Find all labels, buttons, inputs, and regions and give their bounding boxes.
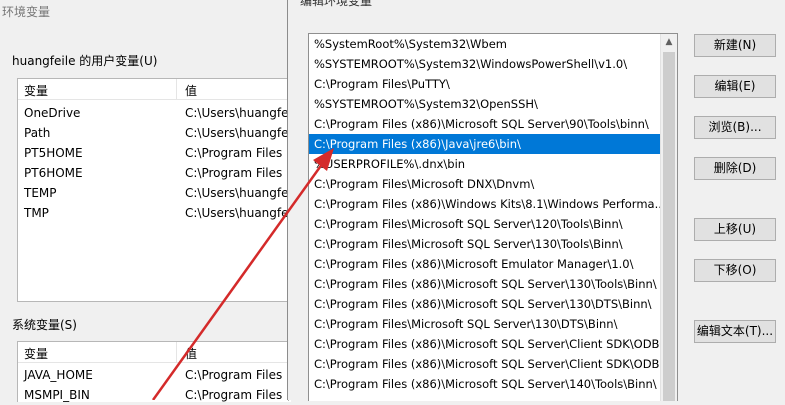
path-item[interactable]: %SYSTEMROOT%\System32\OpenSSH\: [309, 94, 661, 114]
column-header-name[interactable]: 变量: [24, 345, 48, 362]
variable-name: Path: [24, 126, 51, 140]
path-item[interactable]: C:\Program Files\Microsoft SQL Server\12…: [309, 214, 661, 234]
user-variables-label: huangfeile 的用户变量(U): [12, 54, 158, 68]
path-item-text: C:\Program Files (x86)\Microsoft SQL Ser…: [314, 337, 678, 351]
path-item-text: %SystemRoot%\System32\Wbem: [314, 37, 508, 51]
column-divider[interactable]: [176, 342, 177, 362]
path-item[interactable]: C:\Program Files (x86)\Microsoft SQL Ser…: [309, 294, 661, 314]
table-row[interactable]: PT5HOME C:\Program Files (x: [18, 143, 291, 163]
table-row[interactable]: Path C:\Users\huangfeile: [18, 123, 291, 143]
move-down-button[interactable]: 下移(O): [694, 259, 776, 282]
table-row[interactable]: PT6HOME C:\Program Files (x: [18, 163, 291, 183]
system-variables-table[interactable]: 变量 值 JAVA_HOME C:\Program Files (x MSMPI…: [17, 341, 291, 402]
table-row[interactable]: TMP C:\Users\huangfeile: [18, 203, 291, 223]
move-up-button[interactable]: 上移(U): [694, 218, 776, 241]
path-item-text: C:\Program Files\Microsoft DNX\Dnvm\: [314, 177, 535, 191]
scrollbar-thumb[interactable]: [663, 52, 675, 401]
variable-name: JAVA_HOME: [24, 368, 93, 382]
table-row[interactable]: MSMPI_BIN C:\Program Files (x: [18, 385, 291, 405]
system-variables-label: 系统变量(S): [12, 318, 77, 332]
path-item-text: C:\Program Files (x86)\Microsoft SQL Ser…: [314, 357, 671, 371]
path-item[interactable]: C:\Program Files (x86)\Microsoft SQL Ser…: [309, 354, 670, 374]
path-item-text: C:\Program Files (x86)\Microsoft SQL Ser…: [314, 277, 657, 291]
column-header-value[interactable]: 值: [185, 345, 197, 362]
path-item-text: C:\Program Files (x86)\Microsoft Emulato…: [314, 257, 634, 271]
table-header: 变量 值: [18, 342, 291, 363]
variable-value: C:\Users\huangfeile: [185, 126, 289, 140]
delete-button[interactable]: 删除(D): [694, 157, 776, 180]
path-list[interactable]: %SystemRoot%\System32\Wbem %SYSTEMROOT%\S…: [308, 33, 678, 401]
path-item-text: C:\Program Files\Microsoft SQL Server\13…: [314, 317, 618, 331]
edit-button[interactable]: 编辑(E): [694, 75, 776, 98]
dialog-title: 环境变量: [2, 5, 51, 19]
variable-value: C:\Users\huangfeile: [185, 106, 289, 120]
path-item[interactable]: C:\Program Files (x86)\Microsoft SQL Ser…: [309, 334, 677, 354]
user-variables-table[interactable]: 变量 值 OneDrive C:\Users\huangfeile Path C…: [17, 78, 291, 302]
vertical-scrollbar[interactable]: ▲: [660, 34, 677, 401]
table-row[interactable]: TEMP C:\Users\huangfeile: [18, 183, 291, 203]
column-header-value[interactable]: 值: [185, 82, 197, 99]
path-item-text: C:\Program Files (x86)\Microsoft SQL Ser…: [314, 117, 649, 131]
path-item[interactable]: C:\Program Files (x86)\Windows Kits\8.1\…: [309, 194, 666, 214]
variable-name: TMP: [24, 206, 49, 220]
browse-button[interactable]: 浏览(B)...: [694, 116, 776, 139]
path-item-text: %SYSTEMROOT%\System32\WindowsPowerShell\…: [314, 57, 628, 71]
variable-value: C:\Program Files (x: [185, 146, 289, 160]
edit-environment-variable-dialog: 编辑环境变量 %SystemRoot%\System32\Wbem %SYSTEM…: [287, 0, 785, 401]
path-item[interactable]: %SYSTEMROOT%\System32\WindowsPowerShell\…: [309, 54, 661, 74]
path-item-text: C:\Program Files (x86)\Java\jre6\bin\: [314, 137, 521, 151]
path-item-text: C:\Program Files\Microsoft SQL Server\13…: [314, 237, 623, 251]
path-item[interactable]: C:\Program Files (x86)\Microsoft Emulato…: [309, 254, 661, 274]
path-item[interactable]: C:\Program Files (x86)\Microsoft SQL Ser…: [309, 274, 661, 294]
variable-name: TEMP: [24, 186, 57, 200]
path-item[interactable]: C:\Program Files (x86)\Microsoft SQL Ser…: [309, 114, 661, 134]
environment-variables-dialog: 环境变量 huangfeile 的用户变量(U) 变量 值 OneDrive C…: [0, 0, 291, 402]
new-button[interactable]: 新建(N): [694, 34, 776, 57]
table-header: 变量 值: [18, 79, 291, 100]
path-item-text: %SYSTEMROOT%\System32\OpenSSH\: [314, 97, 538, 111]
path-item-text: C:\Program Files (x86)\Microsoft SQL Ser…: [314, 377, 657, 391]
path-item[interactable]: C:\Program Files\Microsoft SQL Server\13…: [309, 314, 661, 334]
scroll-up-arrow-icon[interactable]: ▲: [661, 34, 677, 51]
variable-name: PT6HOME: [24, 166, 83, 180]
variable-name: PT5HOME: [24, 146, 83, 160]
path-item[interactable]: C:\Program Files\Microsoft DNX\Dnvm\: [309, 174, 661, 194]
path-item[interactable]: C:\Program Files (x86)\Microsoft SQL Ser…: [309, 374, 661, 394]
variable-value: C:\Users\huangfeile: [185, 206, 289, 220]
column-header-name[interactable]: 变量: [24, 82, 48, 99]
table-row[interactable]: JAVA_HOME C:\Program Files (x: [18, 365, 291, 385]
table-row[interactable]: OneDrive C:\Users\huangfeile: [18, 103, 291, 123]
path-item-text: %USERPROFILE%\.dnx\bin: [314, 157, 466, 171]
dialog-title: 编辑环境变量: [300, 0, 373, 8]
variable-name: OneDrive: [24, 106, 81, 120]
variable-value: C:\Program Files (x: [185, 368, 289, 382]
path-item[interactable]: %SystemRoot%\System32\Wbem: [309, 34, 661, 54]
edit-text-button[interactable]: 编辑文本(T)...: [694, 320, 776, 343]
path-item-selected[interactable]: C:\Program Files (x86)\Java\jre6\bin\: [309, 134, 661, 154]
path-item[interactable]: C:\Program Files\PuTTY\: [309, 74, 661, 94]
path-item-text: C:\Program Files\PuTTY\: [314, 77, 450, 91]
variable-value: C:\Program Files (x: [185, 166, 289, 180]
path-item[interactable]: C:\Program Files\Microsoft SQL Server\13…: [309, 234, 661, 254]
path-item[interactable]: %USERPROFILE%\.dnx\bin: [309, 154, 661, 174]
path-item-text: C:\Program Files (x86)\Windows Kits\8.1\…: [314, 197, 666, 211]
column-divider[interactable]: [176, 79, 177, 99]
path-item-text: C:\Program Files (x86)\Microsoft SQL Ser…: [314, 297, 652, 311]
path-item-text: C:\Program Files\Microsoft SQL Server\12…: [314, 217, 623, 231]
variable-value: C:\Users\huangfeile: [185, 186, 289, 200]
